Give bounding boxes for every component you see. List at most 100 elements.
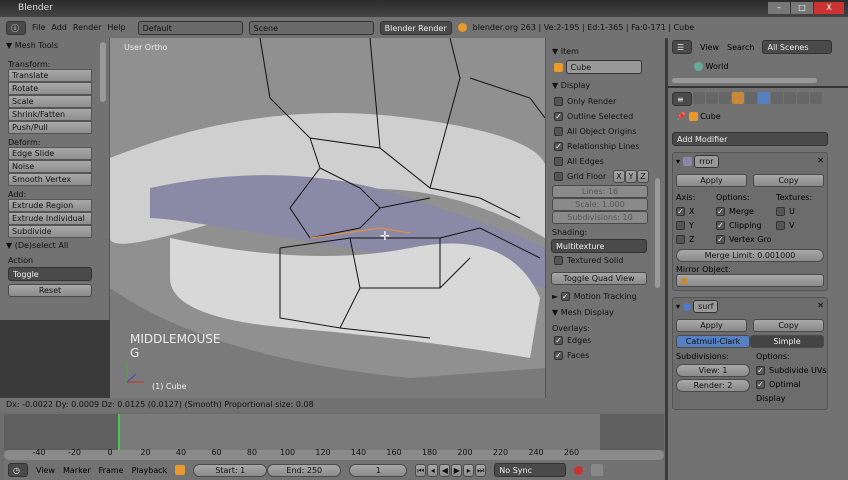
- view-levels-field[interactable]: View: 1: [676, 364, 750, 377]
- preview-range-icon[interactable]: [175, 465, 186, 475]
- data-tab-icon[interactable]: [771, 92, 783, 104]
- grid-floor-checkbox[interactable]: Grid Floor XYZ: [546, 169, 665, 184]
- particles-tab-icon[interactable]: [810, 92, 822, 104]
- menu-render[interactable]: Render: [73, 23, 101, 32]
- mirror-name-field[interactable]: rror: [694, 155, 719, 168]
- modifiers-tab-icon[interactable]: [758, 92, 770, 104]
- close-button[interactable]: X: [814, 2, 844, 14]
- relationship-lines-checkbox[interactable]: Relationship Lines: [546, 139, 665, 154]
- scale-button[interactable]: Scale: [8, 95, 92, 108]
- outliner-search-menu[interactable]: Search: [727, 43, 754, 52]
- timeline-area[interactable]: [4, 414, 664, 450]
- render-levels-field[interactable]: Render: 2: [676, 379, 750, 392]
- world-tab-icon[interactable]: [719, 92, 731, 104]
- merge-checkbox[interactable]: Merge: [716, 205, 776, 219]
- reset-button[interactable]: Reset: [8, 284, 92, 297]
- outliner-world-item[interactable]: World: [706, 62, 729, 71]
- timeline-editor-icon[interactable]: ◷: [8, 463, 28, 477]
- mirror-object-field[interactable]: ■: [676, 274, 824, 287]
- push-pull-button[interactable]: Push/Pull: [8, 121, 92, 134]
- grid-y-toggle[interactable]: Y: [625, 170, 637, 183]
- catmull-clark-option[interactable]: Catmull-Clark: [676, 335, 750, 348]
- operator-header[interactable]: ▼ (De)select All: [0, 238, 109, 254]
- motion-tracking-header[interactable]: ► Motion Tracking: [546, 289, 665, 305]
- jump-start-icon[interactable]: ⏮: [415, 463, 427, 477]
- pin-icon[interactable]: 📌: [676, 112, 686, 121]
- faces-checkbox[interactable]: Faces: [546, 348, 665, 363]
- optimal-display-checkbox[interactable]: Optimal Display: [756, 378, 832, 406]
- subdivisions-field[interactable]: Subdivisions: 10: [552, 211, 648, 224]
- timeline-playback-menu[interactable]: Playback: [132, 466, 168, 475]
- remove-modifier-icon[interactable]: ✕: [817, 156, 824, 165]
- all-edges-checkbox[interactable]: All Edges: [546, 154, 665, 169]
- display-mode-select[interactable]: All Scenes: [762, 40, 833, 54]
- 3d-viewport[interactable]: ✛ User Ortho MIDDLEMOUSE G (1) Cube: [110, 38, 545, 398]
- render-tab-icon[interactable]: [693, 92, 705, 104]
- outliner-editor-icon[interactable]: ☰: [672, 40, 692, 54]
- subdivide-uvs-checkbox[interactable]: Subdivide UVs: [756, 364, 832, 378]
- extrude-region-button[interactable]: Extrude Region: [8, 199, 92, 212]
- menu-add[interactable]: Add: [51, 23, 67, 32]
- properties-editor-icon[interactable]: ≡: [672, 92, 692, 106]
- minimize-button[interactable]: –: [768, 2, 790, 14]
- scene-selector[interactable]: Scene: [248, 20, 374, 35]
- toggle-quad-view-button[interactable]: Toggle Quad View: [551, 272, 647, 285]
- smooth-vertex-button[interactable]: Smooth Vertex: [8, 173, 92, 186]
- sync-select[interactable]: No Sync: [494, 463, 567, 477]
- edge-slide-button[interactable]: Edge Slide: [8, 147, 92, 160]
- axis-x-checkbox[interactable]: X: [676, 205, 716, 219]
- play-reverse-icon[interactable]: ◀: [439, 463, 451, 477]
- action-select[interactable]: Toggle: [8, 267, 92, 281]
- outliner-scrollbar[interactable]: [672, 78, 817, 83]
- playhead[interactable]: [118, 414, 120, 450]
- grid-x-toggle[interactable]: X: [613, 170, 625, 183]
- current-frame-field[interactable]: 1: [349, 463, 408, 477]
- timeline-frame-menu[interactable]: Frame: [99, 466, 124, 475]
- shelf-scrollbar[interactable]: [655, 178, 660, 288]
- add-modifier-select[interactable]: Add Modifier: [672, 132, 828, 146]
- scale-field[interactable]: Scale: 1.000: [552, 198, 648, 211]
- outline-selected-checkbox[interactable]: Outline Selected: [546, 109, 665, 124]
- toolshelf-scrollbar[interactable]: [100, 42, 106, 102]
- grid-z-toggle[interactable]: Z: [637, 170, 649, 183]
- mirror-apply-button[interactable]: Apply: [676, 174, 747, 187]
- keying-set-icon[interactable]: [591, 464, 604, 476]
- merge-limit-field[interactable]: Merge Limit: 0.001000: [676, 249, 824, 262]
- texture-tab-icon[interactable]: [797, 92, 809, 104]
- vertex-group-checkbox[interactable]: Vertex Gro: [716, 233, 776, 247]
- textured-solid-checkbox[interactable]: Textured Solid: [546, 253, 665, 268]
- edges-checkbox[interactable]: Edges: [546, 333, 665, 348]
- render-engine-select[interactable]: Blender Render: [379, 20, 452, 35]
- end-frame-field[interactable]: End: 250: [267, 463, 342, 477]
- object-tab-icon[interactable]: [732, 92, 744, 104]
- play-icon[interactable]: ▶: [451, 463, 463, 477]
- menu-file[interactable]: File: [32, 23, 45, 32]
- constraints-tab-icon[interactable]: [745, 92, 757, 104]
- subdivide-button[interactable]: Subdivide: [8, 225, 92, 238]
- translate-button[interactable]: Translate: [8, 69, 92, 82]
- subsurf-copy-button[interactable]: Copy: [753, 319, 824, 332]
- noise-button[interactable]: Noise: [8, 160, 92, 173]
- subsurf-apply-button[interactable]: Apply: [676, 319, 747, 332]
- editor-type-icon[interactable]: ⓘ: [6, 20, 26, 35]
- extrude-individual-button[interactable]: Extrude Individual: [8, 212, 92, 225]
- scene-tab-icon[interactable]: [706, 92, 718, 104]
- texture-u-checkbox[interactable]: U: [776, 205, 826, 219]
- timeline-marker-menu[interactable]: Marker: [63, 466, 91, 475]
- texture-v-checkbox[interactable]: V: [776, 219, 826, 233]
- mesh-tools-header[interactable]: ▼ Mesh Tools: [0, 38, 109, 54]
- shrink-fatten-button[interactable]: Shrink/Fatten: [8, 108, 92, 121]
- axis-z-checkbox[interactable]: Z: [676, 233, 716, 247]
- clipping-checkbox[interactable]: Clipping: [716, 219, 776, 233]
- maximize-button[interactable]: □: [791, 2, 813, 14]
- rotate-button[interactable]: Rotate: [8, 82, 92, 95]
- item-name-field[interactable]: Cube: [565, 60, 642, 74]
- start-frame-field[interactable]: Start: 1: [193, 463, 268, 477]
- next-keyframe-icon[interactable]: ▸: [463, 463, 475, 477]
- timeline-view-menu[interactable]: View: [36, 466, 55, 475]
- item-header[interactable]: ▼ Item: [546, 44, 665, 60]
- record-icon[interactable]: [574, 465, 584, 475]
- axis-y-checkbox[interactable]: Y: [676, 219, 716, 233]
- remove-modifier-icon[interactable]: ✕: [817, 301, 824, 310]
- all-object-origins-checkbox[interactable]: All Object Origins: [546, 124, 665, 139]
